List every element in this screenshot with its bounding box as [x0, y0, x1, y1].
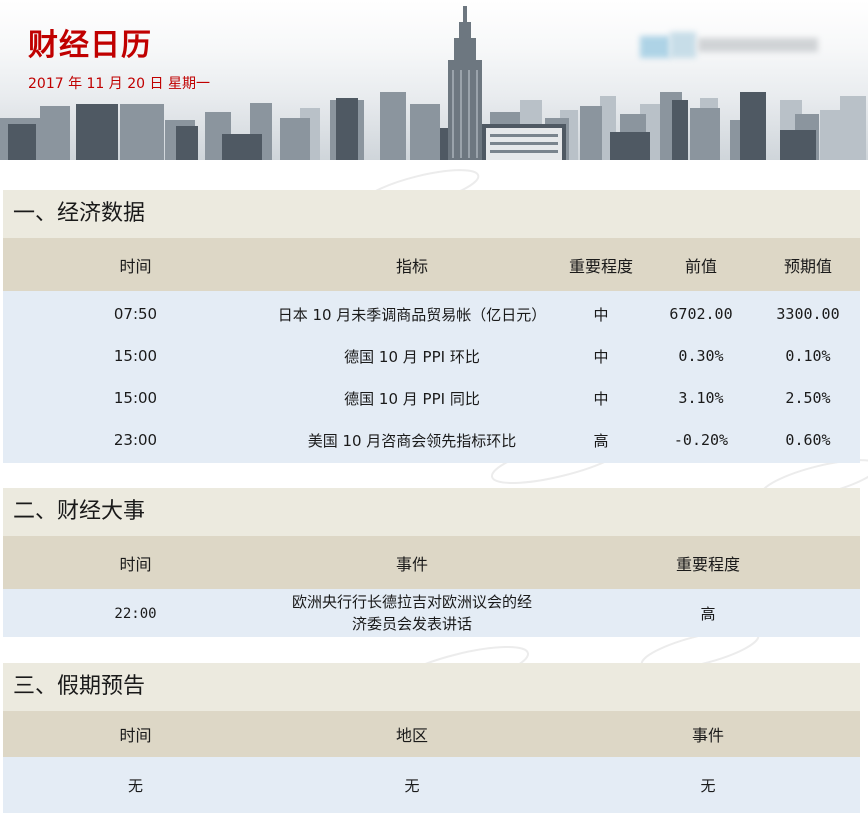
column-header-indicator: 指标	[395, 256, 428, 276]
cell-importance: 高	[700, 604, 716, 623]
cell-time: 22:00	[3, 604, 268, 622]
cell-time: 07:50	[113, 305, 158, 323]
cell-time-text: 22:00	[114, 606, 157, 622]
cell-time: 无	[127, 776, 143, 795]
table-body: 22:00 欧洲央行行长德拉吉对欧洲议会的经 济委员会发表讲话 高	[3, 589, 860, 637]
cell-forecast: 0.60%	[785, 431, 831, 449]
cell-importance: 高	[593, 431, 609, 450]
table-row: 22:00 欧洲央行行长德拉吉对欧洲议会的经 济委员会发表讲话 高	[3, 589, 860, 637]
column-header-region: 地区	[395, 726, 428, 745]
cell-event: 无	[700, 776, 716, 795]
column-header-time: 时间	[119, 554, 152, 574]
column-header-event: 事件	[691, 726, 724, 745]
column-header-time: 时间	[119, 726, 152, 745]
table-header: 时间 事件 重要程度	[3, 536, 860, 589]
section-holiday-notice: 三、假期预告 时间 地区 事件 无 无 无	[3, 663, 860, 813]
page-title: 财经日历	[28, 28, 152, 63]
cell-event: 欧洲央行行长德拉吉对欧洲议会的经 济委员会发表讲话	[268, 591, 556, 635]
cell-forecast: 0.10%	[785, 347, 831, 365]
cell-previous: 0.30%	[678, 347, 724, 365]
column-header-forecast: 预期值	[783, 256, 832, 276]
cell-indicator: 美国 10 月咨商会领先指标环比	[307, 431, 517, 450]
cell-indicator: 日本 10 月未季调商品贸易帐（亿日元）	[277, 305, 547, 324]
cell-previous: -0.20%	[673, 431, 729, 449]
cell-indicator: 德国 10 月 PPI 同比	[344, 389, 480, 408]
table-body: 无 无 无	[3, 757, 860, 813]
section-title: 二、财经大事	[3, 488, 860, 536]
section-economic-data: 一、经济数据 时间 指标 重要程度 前值 预期值 07:50 日本 10 月未季…	[3, 190, 860, 463]
cell-forecast: 2.50%	[785, 389, 831, 407]
table-body: 07:50 日本 10 月未季调商品贸易帐（亿日元） 中 6702.00 330…	[3, 291, 860, 463]
cell-time: 15:00	[113, 347, 158, 365]
column-header-importance: 重要程度	[568, 256, 633, 276]
cell-importance: 中	[593, 347, 609, 366]
cell-region: 无	[404, 776, 420, 795]
column-header-importance: 重要程度	[675, 554, 740, 574]
column-header-previous: 前值	[684, 256, 717, 276]
cell-time: 23:00	[113, 431, 158, 449]
cell-previous: 3.10%	[678, 389, 724, 407]
table-header: 时间 指标 重要程度 前值 预期值	[3, 238, 860, 291]
cell-forecast: 3300.00	[776, 305, 840, 323]
blurred-logo	[640, 30, 820, 62]
column-header-time: 时间	[119, 256, 152, 276]
cell-importance: 中	[593, 305, 609, 324]
report-date: 2017 年 11 月 20 日 星期一	[28, 76, 210, 92]
section-title: 一、经济数据	[3, 190, 860, 238]
section-financial-events: 二、财经大事 时间 事件 重要程度 22:00 欧洲央行行长德拉吉对欧洲议会的经…	[3, 488, 860, 637]
table-row: 15:00 德国 10 月 PPI 环比 中 0.30% 0.10%	[3, 335, 860, 377]
cell-importance: 中	[593, 389, 609, 408]
table-header: 时间 地区 事件	[3, 711, 860, 757]
table-row: 无 无 无	[3, 757, 860, 813]
table-row: 15:00 德国 10 月 PPI 同比 中 3.10% 2.50%	[3, 377, 860, 419]
table-row: 23:00 美国 10 月咨商会领先指标环比 高 -0.20% 0.60%	[3, 419, 860, 461]
cell-indicator: 德国 10 月 PPI 环比	[344, 347, 480, 366]
cell-event-line2: 济委员会发表讲话	[351, 615, 472, 633]
cell-time: 15:00	[113, 389, 158, 407]
table-row: 07:50 日本 10 月未季调商品贸易帐（亿日元） 中 6702.00 330…	[3, 293, 860, 335]
cell-previous: 6702.00	[669, 305, 733, 323]
header-banner: 财经日历 2017 年 11 月 20 日 星期一	[0, 0, 868, 160]
section-title: 三、假期预告	[3, 663, 860, 711]
column-header-event: 事件	[395, 554, 428, 574]
cell-event-line1: 欧洲央行行长德拉吉对欧洲议会的经	[291, 593, 532, 611]
